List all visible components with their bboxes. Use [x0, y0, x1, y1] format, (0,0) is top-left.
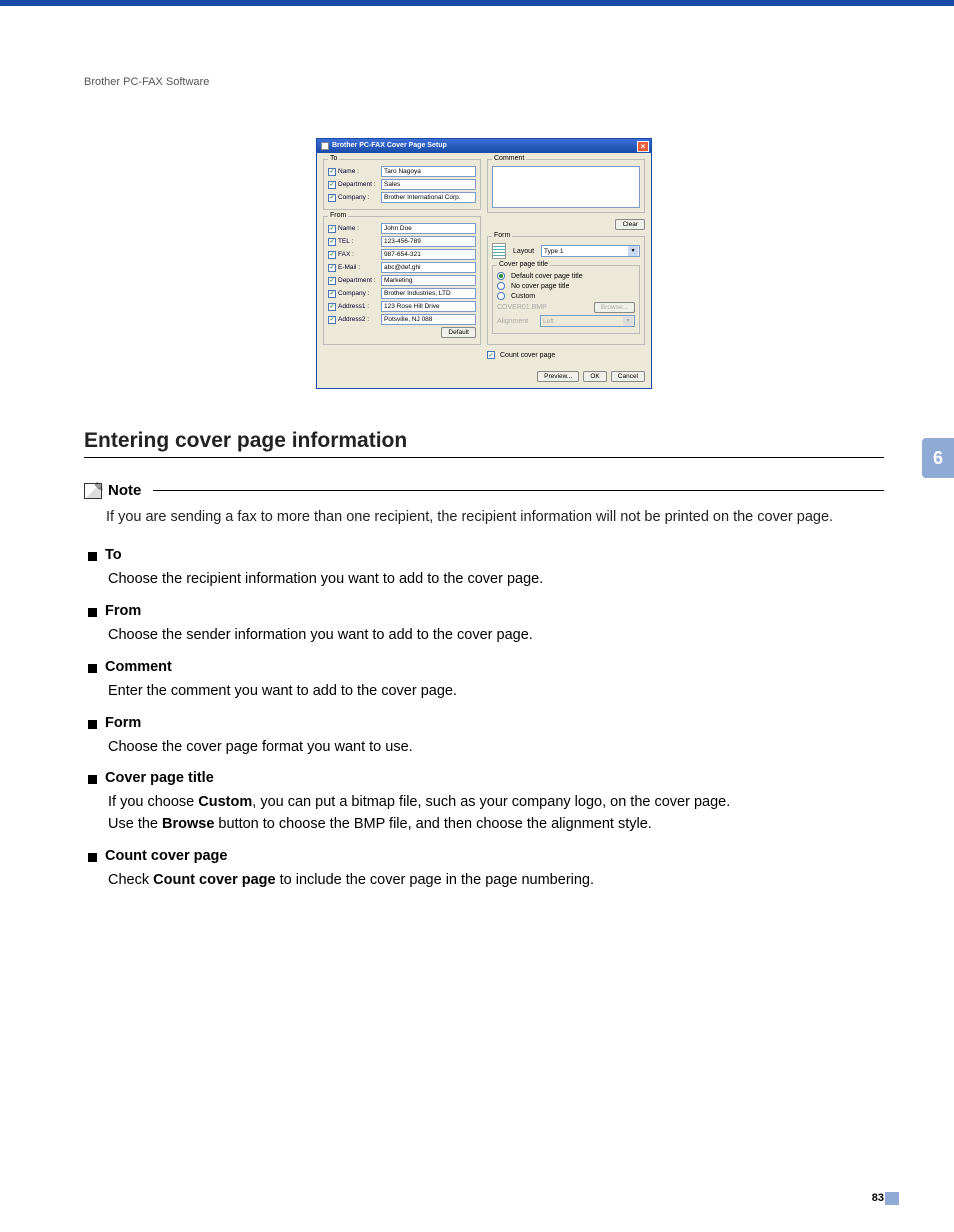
from-email-input[interactable]: abc@def.ghi [381, 262, 476, 273]
cancel-button[interactable]: Cancel [611, 371, 645, 382]
bullet-icon [88, 853, 97, 862]
page-number: 83 [872, 1192, 884, 1204]
alignment-label: Alignment [497, 318, 537, 325]
item-countcover-body: Check Count cover page to include the co… [108, 870, 884, 892]
app-icon [321, 142, 329, 150]
checkbox-icon[interactable]: ✓ [328, 168, 336, 176]
from-address1-input[interactable]: 123 Rose Hill Drive [381, 301, 476, 312]
layout-select[interactable]: Type 1 [541, 245, 640, 257]
note-rule [153, 490, 884, 491]
radio-no-title[interactable] [497, 282, 505, 290]
cover-page-setup-dialog: Brother PC-FAX Cover Page Setup × To ✓Na… [316, 138, 652, 389]
to-group: To ✓Name : Taro Nagoya ✓Department : Sal… [323, 159, 481, 210]
bullet-icon [88, 720, 97, 729]
comment-legend: Comment [492, 155, 526, 162]
from-name-input[interactable]: John Doe [381, 223, 476, 234]
radio-default-title[interactable] [497, 272, 505, 280]
from-email-label[interactable]: ✓E-Mail : [328, 264, 378, 272]
form-group: Form Layout Type 1 Cover page title Defa… [487, 236, 645, 345]
from-address2-input[interactable]: Potsville, NJ 088 [381, 314, 476, 325]
item-from-title: From [105, 603, 141, 619]
bullet-icon [88, 552, 97, 561]
to-department-input[interactable]: Sales [381, 179, 476, 190]
item-countcover-title: Count cover page [105, 848, 227, 864]
item-to-title: To [105, 547, 122, 563]
clear-button[interactable]: Clear [615, 219, 645, 230]
note-text: If you are sending a fax to more than on… [106, 507, 884, 527]
to-department-label[interactable]: ✓Department : [328, 181, 378, 189]
opt-custom-label: Custom [511, 293, 535, 300]
from-fax-label[interactable]: ✓FAX : [328, 251, 378, 259]
note-icon [84, 483, 102, 499]
checkbox-icon[interactable]: ✓ [328, 251, 336, 259]
item-comment-body: Enter the comment you want to add to the… [108, 681, 884, 703]
to-name-label[interactable]: ✓Name : [328, 168, 378, 176]
item-comment-title: Comment [105, 659, 172, 675]
checkbox-icon[interactable]: ✓ [328, 238, 336, 246]
item-form-title: Form [105, 715, 141, 731]
item-to-body: Choose the recipient information you wan… [108, 569, 884, 591]
item-form-body: Choose the cover page format you want to… [108, 737, 884, 759]
custom-file-display: COVER01.BMP [497, 304, 591, 311]
from-tel-label[interactable]: ✓TEL : [328, 238, 378, 246]
count-cover-checkbox[interactable]: ✓ [487, 351, 495, 359]
checkbox-icon[interactable]: ✓ [328, 303, 336, 311]
from-department-input[interactable]: Marketing [381, 275, 476, 286]
section-heading: Entering cover page information [84, 429, 884, 458]
from-fax-input[interactable]: 987-654-321 [381, 249, 476, 260]
from-department-label[interactable]: ✓Department : [328, 277, 378, 285]
bullet-icon [88, 775, 97, 784]
alignment-select[interactable]: Left [540, 315, 635, 327]
bullet-icon [88, 664, 97, 673]
checkbox-icon[interactable]: ✓ [328, 264, 336, 272]
layout-preview-icon [492, 243, 506, 259]
note-label: Note [108, 482, 141, 499]
browse-button[interactable]: Browse... [594, 302, 635, 313]
form-legend: Form [492, 232, 512, 239]
to-name-input[interactable]: Taro Nagoya [381, 166, 476, 177]
preview-button[interactable]: Preview... [537, 371, 579, 382]
opt-default-label: Default cover page title [511, 273, 583, 280]
from-address2-label[interactable]: ✓Address2 : [328, 316, 378, 324]
from-legend: From [328, 212, 348, 219]
comment-group: Comment [487, 159, 645, 213]
ok-button[interactable]: OK [583, 371, 606, 382]
cover-title-group: Cover page title Default cover page titl… [492, 265, 640, 334]
checkbox-icon[interactable]: ✓ [328, 225, 336, 233]
cover-title-legend: Cover page title [497, 261, 550, 268]
checkbox-icon[interactable]: ✓ [328, 316, 336, 324]
bullet-icon [88, 608, 97, 617]
radio-custom-title[interactable] [497, 292, 505, 300]
item-coverpagetitle-title: Cover page title [105, 770, 214, 786]
chapter-tab: 6 [922, 438, 954, 478]
checkbox-icon[interactable]: ✓ [328, 277, 336, 285]
page-header: Brother PC-FAX Software [84, 76, 884, 88]
item-from-body: Choose the sender information you want t… [108, 625, 884, 647]
comment-input[interactable] [492, 166, 640, 208]
checkbox-icon[interactable]: ✓ [328, 194, 336, 202]
to-company-input[interactable]: Brother International Corp. [381, 192, 476, 203]
checkbox-icon[interactable]: ✓ [328, 290, 336, 298]
layout-label: Layout [513, 248, 534, 255]
close-icon[interactable]: × [637, 141, 649, 152]
page-number-accent [885, 1192, 899, 1205]
from-name-label[interactable]: ✓Name : [328, 225, 378, 233]
checkbox-icon[interactable]: ✓ [328, 181, 336, 189]
from-address1-label[interactable]: ✓Address1 : [328, 303, 378, 311]
from-company-label[interactable]: ✓Company : [328, 290, 378, 298]
to-company-label[interactable]: ✓Company : [328, 194, 378, 202]
from-tel-input[interactable]: 123-456-789 [381, 236, 476, 247]
default-button[interactable]: Default [441, 327, 476, 338]
from-company-input[interactable]: Brother Industries, LTD [381, 288, 476, 299]
dialog-titlebar: Brother PC-FAX Cover Page Setup × [317, 139, 651, 153]
dialog-title: Brother PC-FAX Cover Page Setup [332, 139, 447, 153]
from-group: From ✓Name :John Doe ✓TEL :123-456-789 ✓… [323, 216, 481, 345]
to-legend: To [328, 155, 339, 162]
opt-none-label: No cover page title [511, 283, 569, 290]
item-coverpagetitle-body: If you choose Custom, you can put a bitm… [108, 792, 884, 836]
count-cover-label: Count cover page [500, 352, 555, 359]
